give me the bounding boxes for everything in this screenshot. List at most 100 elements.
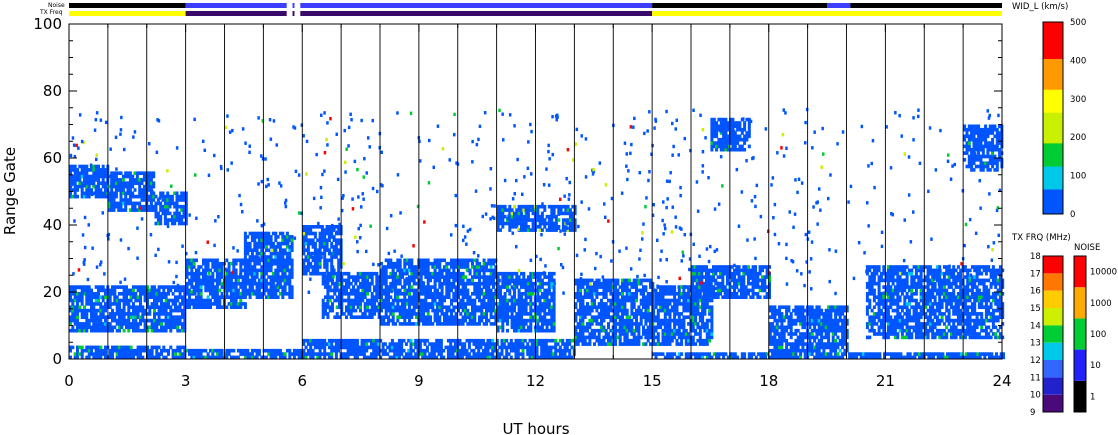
data-cell (335, 281, 339, 286)
data-cell (473, 298, 477, 303)
data-cell (538, 225, 542, 229)
data-cell (304, 345, 308, 350)
data-cell (478, 271, 481, 276)
data-cell (486, 348, 490, 353)
data-cell (552, 312, 556, 316)
data-cell (365, 348, 369, 353)
data-cell (283, 248, 287, 252)
data-cell (309, 228, 313, 232)
data-cell (290, 241, 294, 246)
data-cell (433, 268, 437, 273)
data-cell (209, 298, 212, 303)
data-cell (394, 285, 397, 289)
data-cell (356, 288, 360, 293)
data-cell (473, 312, 477, 316)
data-cell (597, 278, 601, 283)
data-cell (552, 305, 556, 309)
data-cell (134, 292, 138, 296)
data-cell (438, 318, 442, 323)
data-cell (472, 348, 476, 353)
data-cell (366, 278, 369, 283)
data-cell (418, 345, 422, 350)
data-cell (593, 302, 596, 306)
data-cell (188, 305, 191, 309)
data-cell (255, 248, 259, 252)
txfreq-segment (300, 11, 653, 16)
data-cell (604, 328, 608, 333)
data-cell (499, 288, 502, 293)
data-cell (425, 348, 429, 353)
data-cell (489, 288, 493, 293)
data-cell (492, 298, 495, 303)
data-cell (540, 325, 544, 330)
data-cell (349, 281, 353, 286)
data-cell (593, 298, 596, 303)
data-cell (127, 308, 131, 313)
data-cell (493, 345, 497, 350)
data-cell (492, 305, 495, 309)
data-cell (325, 245, 329, 249)
noise-segment (69, 3, 186, 8)
data-cell (335, 312, 339, 316)
data-cell (257, 348, 261, 353)
data-cell (290, 235, 294, 239)
data-cell (637, 328, 641, 333)
data-cell (461, 322, 465, 326)
data-cell (552, 295, 556, 299)
data-cell (112, 208, 116, 212)
data-cell (323, 348, 327, 353)
data-cell (73, 181, 77, 185)
data-cell (467, 352, 471, 356)
data-cell (536, 292, 540, 296)
data-cell (387, 292, 390, 296)
data-cell (108, 322, 112, 326)
data-cell (354, 281, 358, 286)
data-cell (668, 302, 672, 306)
data-cell (403, 318, 407, 323)
data-cell (529, 322, 533, 326)
data-cell (127, 318, 131, 323)
data-cell (171, 292, 175, 296)
data-cell (330, 352, 334, 356)
data-cell (274, 292, 278, 296)
data-cell (236, 278, 240, 283)
data-cell (150, 348, 154, 353)
data-cell (398, 278, 402, 283)
data-cell (97, 292, 100, 296)
data-cell (101, 178, 105, 182)
data-cell (501, 218, 505, 222)
data-cell (250, 251, 254, 256)
data-cell (419, 275, 423, 279)
data-cell (503, 292, 507, 296)
data-cell (656, 312, 660, 316)
data-cell (625, 308, 629, 313)
data-cell (290, 258, 294, 263)
data-cell (614, 332, 617, 336)
data-cell (290, 248, 294, 252)
data-cell (288, 348, 292, 353)
data-cell (403, 295, 407, 299)
data-cell (264, 285, 268, 289)
data-cell (668, 325, 672, 330)
data-cell (174, 352, 177, 356)
data-cell (425, 345, 429, 350)
data-band (243, 231, 294, 299)
data-cell (510, 275, 514, 279)
data-cell (389, 295, 393, 299)
data-cell (387, 315, 390, 319)
data-band (574, 278, 655, 346)
data-cell (73, 164, 77, 169)
data-cell (440, 292, 444, 296)
status-bars: Noise TX Freq (39, 2, 1002, 16)
data-cell (552, 328, 556, 333)
data-cell (141, 315, 145, 319)
data-cell (101, 298, 105, 303)
data-cell (365, 342, 369, 346)
data-cell (502, 342, 506, 346)
data-band (380, 258, 498, 326)
data-cell (290, 245, 294, 249)
data-cell (85, 164, 89, 169)
data-cell (412, 308, 416, 313)
data-cell (391, 315, 395, 319)
data-cell (290, 275, 294, 279)
